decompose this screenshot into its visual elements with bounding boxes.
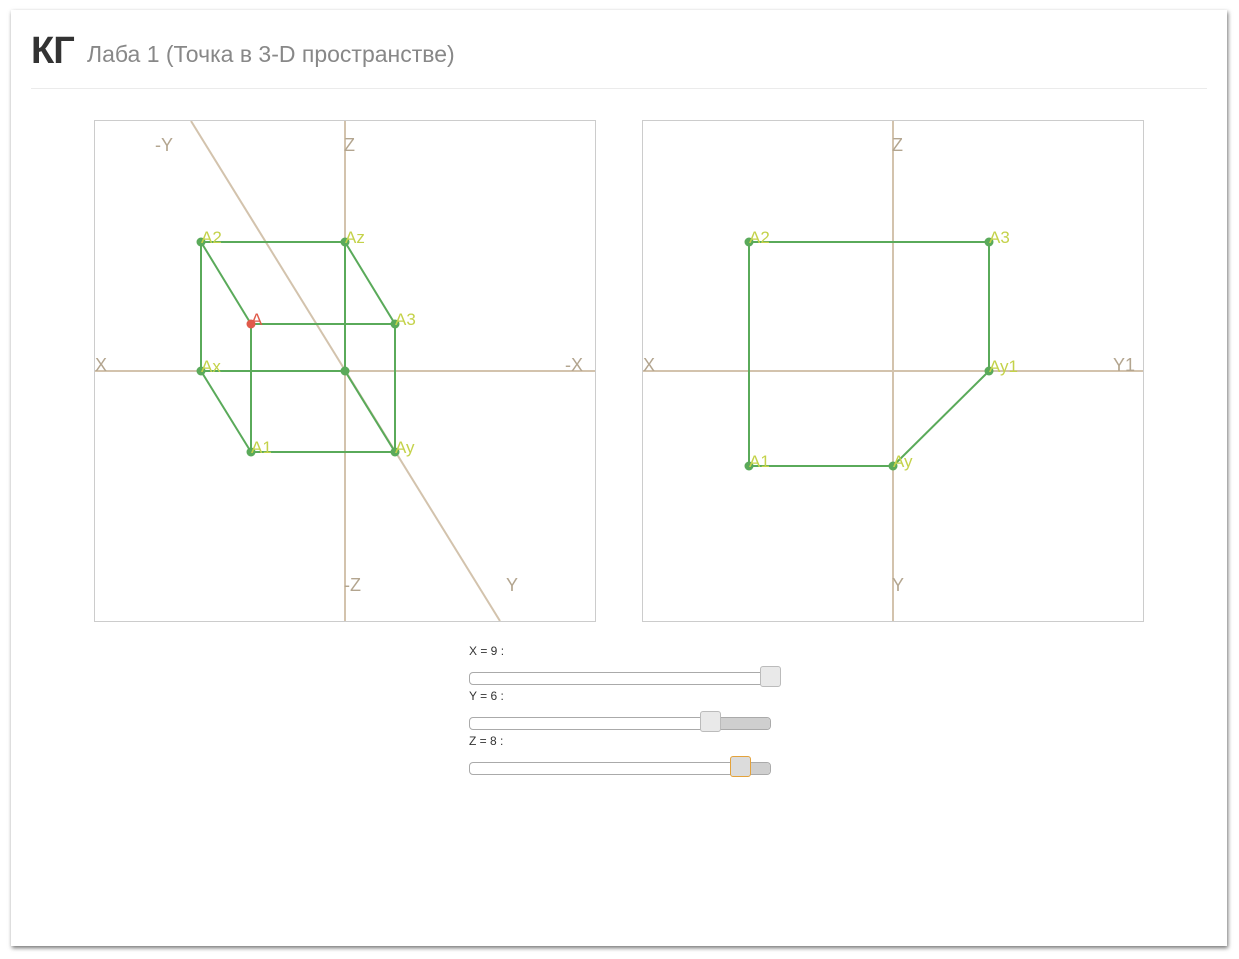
projection-canvas-ortho[interactable]: Z X Y1 Y A2 A3 Ay1 A1 Ay [642,120,1144,622]
edge-a2-a [200,241,252,325]
slider-y-label: Y = 6 : [469,689,504,703]
axis-label-x: X [95,355,107,375]
slider-z-label: Z = 8 : [469,734,504,748]
slider-z-handle[interactable] [729,756,751,777]
slider-x-label: X = 9 : [469,644,505,658]
projection-3d-svg: -Y Z X -X -Z Y A2 Az A3 Ax A1 Ay A [95,121,595,621]
slider-y-track[interactable] [469,717,771,730]
projection-points [744,237,994,471]
axis-label-y1: Y1 [1113,355,1135,375]
app-window: КГ Лаба 1 (Точка в 3-D пространстве) -Y … [11,10,1227,946]
slider-z-track[interactable] [469,762,771,775]
edge-az-a3 [344,241,396,325]
slider-x-group: X = 9 : [469,644,781,689]
projection-edges [200,241,396,453]
point-label-ax: Ax [201,357,221,376]
projection-points [196,237,400,457]
slider-y-handle[interactable] [700,711,721,732]
point-label-a2: A2 [749,228,770,247]
point-label-a: A [251,310,263,329]
slider-y-group: Y = 6 : [469,689,779,734]
point-label-ay: Ay [893,452,913,471]
axis-label-neg-y: -Y [155,135,173,155]
edge-origin-ay [344,370,396,453]
point-origin [340,366,350,376]
point-label-ay1: Ay1 [989,357,1018,376]
slider-x-handle[interactable] [760,666,781,687]
axis-label-z: Z [344,135,355,155]
brand-title: КГ [31,30,75,72]
axis-label-neg-z: -Z [344,575,361,595]
axis-label-x: X [643,355,655,375]
point-label-ay: Ay [395,438,415,457]
slider-x-track[interactable] [469,672,771,685]
page-subtitle: Лаба 1 (Точка в 3-D пространстве) [87,41,455,67]
point-label-a3: A3 [395,310,416,329]
projection-ortho-svg: Z X Y1 Y A2 A3 Ay1 A1 Ay [643,121,1143,621]
axis-label-neg-x: -X [565,355,583,375]
projection-edges [748,241,990,467]
slider-z-group: Z = 8 : [469,734,779,779]
coordinate-controls: X = 9 : Y = 6 : Z = 8 : [469,644,781,779]
point-label-az: Az [345,228,365,247]
point-label-a1: A1 [749,452,770,471]
point-label-a3: A3 [989,228,1010,247]
projection-canvas-3d[interactable]: -Y Z X -X -Z Y A2 Az A3 Ax A1 Ay A [94,120,596,622]
point-label-a1: A1 [251,438,272,457]
axis-label-y: Y [892,575,904,595]
axis-label-y: Y [506,575,518,595]
page-header: КГ Лаба 1 (Точка в 3-D пространстве) [31,28,1207,89]
axis-label-z: Z [892,135,903,155]
point-label-a2: A2 [201,228,222,247]
edge-ax-a1 [200,370,252,453]
